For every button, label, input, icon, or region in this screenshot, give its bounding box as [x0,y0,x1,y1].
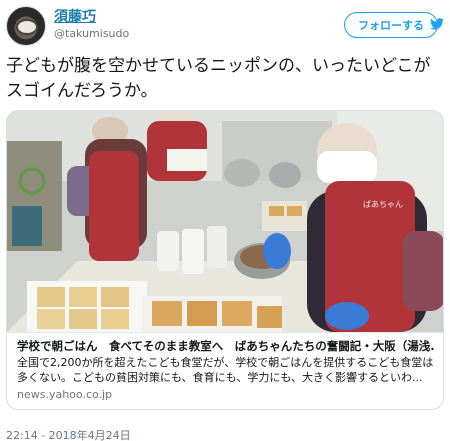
card-body: 学校で朝ごはん 食べてそのまま教室へ ばあちゃんたちの奮闘記・大阪（湯浅... … [7,332,443,409]
link-card[interactable]: ばあちゃん 学校で朝ごはん 食べてそのまま教室へ ばあちゃんたちの奮闘記・大阪（… [6,110,444,410]
card-title[interactable]: 学校で朝ごはん 食べてそのまま教室へ ばあちゃんたちの奮闘記・大阪（湯浅... [17,338,435,354]
card-domain: news.yahoo.co.jp [17,388,113,401]
tweet-timestamp[interactable]: 22:14 - 2018年4月24日 [6,427,131,441]
user-info: 須藤巧 @takumisudo [54,8,129,42]
avatar[interactable] [6,6,46,46]
card-description: 全国で2,200か所を超えたこども食堂だが、学校で朝ごはんを提供するこども食堂は… [17,356,434,384]
tweet-text: 子どもが腹を空かせているニッポンの、いったいどこがスゴイんだろうか。 [6,56,431,101]
avatar-image [16,19,38,35]
display-name[interactable]: 須藤巧 [54,8,129,26]
twitter-bird-icon[interactable] [430,18,444,30]
apron-label: ばあちゃん [363,200,403,209]
card-image: ばあちゃん [7,111,443,332]
user-handle[interactable]: @takumisudo [54,26,129,42]
follow-button[interactable]: フォローする [344,12,438,38]
tweet-header: 須藤巧 @takumisudo フォローする [6,4,444,48]
